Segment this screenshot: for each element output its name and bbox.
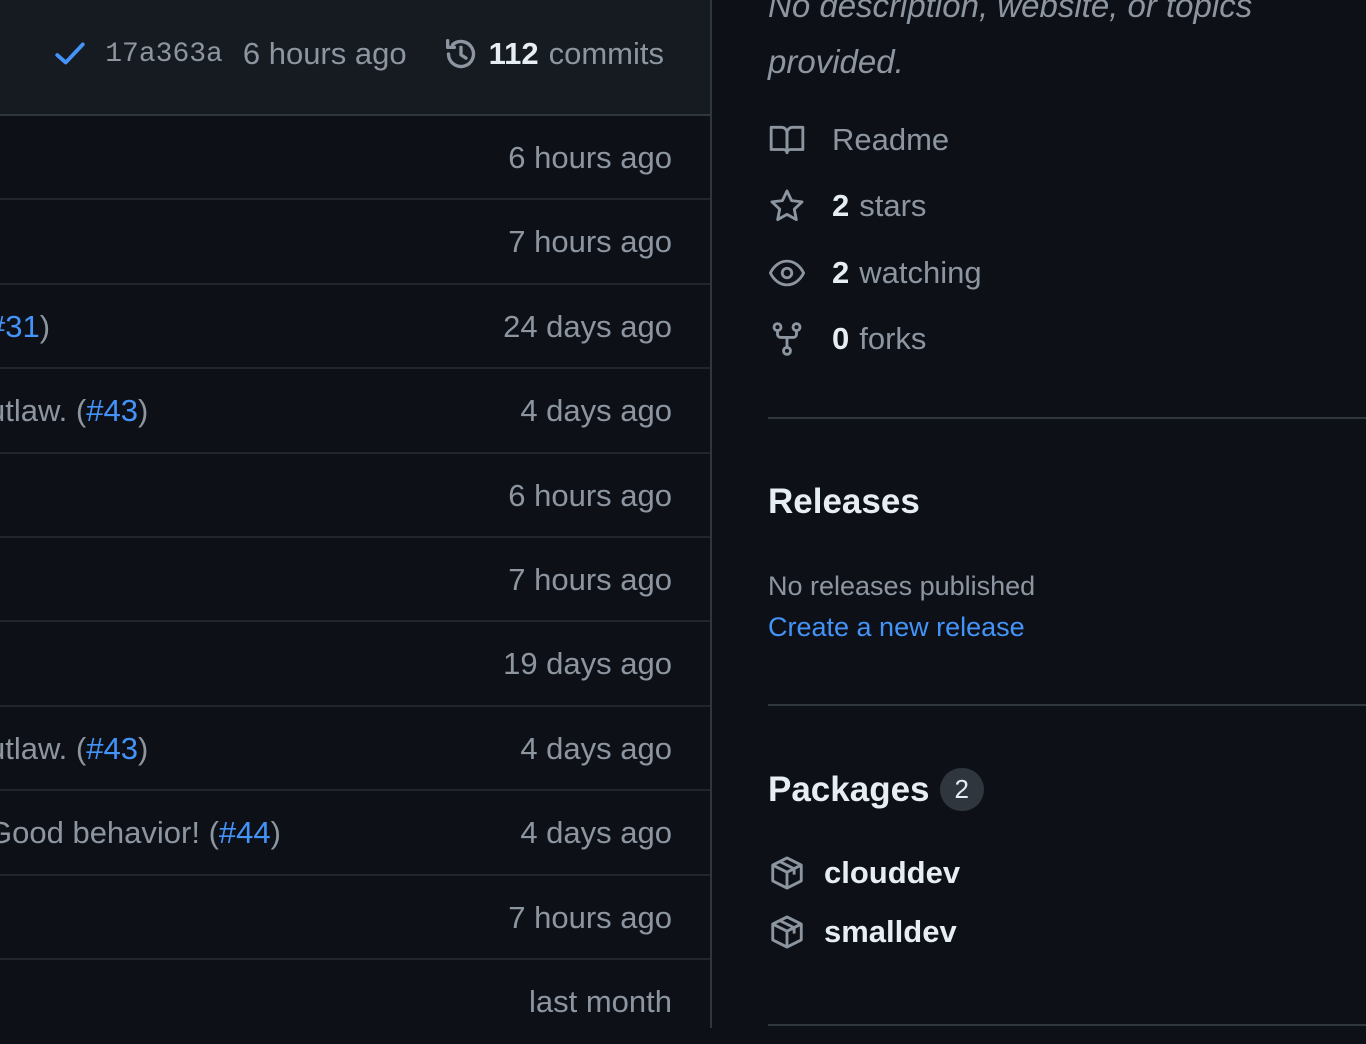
- latest-commit-bar: 17a363a 6 hours ago 112 commits: [0, 0, 710, 116]
- commit-message[interactable]: utlaw. (#43): [0, 731, 148, 767]
- commit-time: 24 days ago: [503, 308, 672, 344]
- packages-heading[interactable]: Packages 2: [768, 768, 984, 811]
- commit-message[interactable]: utlaw. (#43): [0, 393, 148, 429]
- divider: [768, 704, 1366, 706]
- packages-count-badge: 2: [939, 768, 984, 811]
- table-row[interactable]: utlaw. (#43) 4 days ago: [0, 369, 710, 454]
- repo-description: No description, website, or topics provi…: [768, 0, 1253, 80]
- book-icon: [769, 125, 805, 155]
- forks-link[interactable]: 0 forks: [768, 319, 926, 359]
- package-icon: [771, 915, 803, 949]
- table-row[interactable]: utlaw. (#43) 4 days ago: [0, 707, 710, 792]
- commit-time: 7 hours ago: [508, 899, 672, 935]
- commit-count-label[interactable]: commits: [549, 36, 664, 72]
- history-icon[interactable]: [441, 34, 481, 74]
- commit-count[interactable]: 112: [489, 36, 539, 72]
- package-icon: [771, 856, 803, 890]
- commit-message[interactable]: Good behavior! (#44): [0, 815, 281, 851]
- divider: [768, 1024, 1366, 1026]
- watching-link[interactable]: 2 watching: [768, 253, 982, 293]
- file-list: 6 hours ago 7 hours ago #31) 24 days ago utl…: [0, 116, 710, 1044]
- package-name[interactable]: clouddev: [824, 855, 960, 891]
- pull-request-link[interactable]: #43: [86, 731, 138, 766]
- package-name[interactable]: smalldev: [824, 914, 957, 950]
- readme-label: Readme: [832, 122, 950, 157]
- star-icon: [770, 189, 804, 222]
- divider: [768, 417, 1366, 419]
- check-icon: [55, 42, 85, 65]
- stars-count: 2: [832, 188, 850, 223]
- eye-icon: [768, 259, 806, 287]
- table-row[interactable]: 7 hours ago: [0, 876, 710, 960]
- package-item[interactable]: smalldev: [768, 913, 957, 951]
- no-releases-text: No releases published: [768, 571, 1036, 601]
- pull-request-link[interactable]: #43: [86, 393, 138, 428]
- stars-link[interactable]: 2 stars: [768, 186, 926, 226]
- commit-time: 7 hours ago: [508, 224, 672, 260]
- forks-count: 0: [832, 321, 850, 356]
- pull-request-link[interactable]: #31: [0, 309, 40, 344]
- table-row[interactable]: #31) 24 days ago: [0, 285, 710, 370]
- commit-time: 7 hours ago: [508, 561, 672, 597]
- table-row[interactable]: Good behavior! (#44) 4 days ago: [0, 791, 710, 876]
- create-release-link[interactable]: Create a new release: [768, 612, 1025, 643]
- table-row[interactable]: last month: [0, 960, 710, 1044]
- watching-count: 2: [832, 255, 850, 290]
- commit-message[interactable]: #31): [0, 309, 50, 345]
- commit-time: last month: [528, 983, 672, 1019]
- table-row[interactable]: 7 hours ago: [0, 200, 710, 285]
- commit-sha-link[interactable]: 17a363a: [105, 39, 223, 70]
- table-row[interactable]: 19 days ago: [0, 622, 710, 707]
- readme-link[interactable]: Readme: [768, 120, 949, 160]
- releases-heading[interactable]: Releases: [768, 482, 920, 522]
- package-item[interactable]: clouddev: [768, 854, 960, 892]
- about-sidebar: No description, website, or topics provi…: [768, 0, 1366, 1028]
- stars-label: stars: [859, 188, 927, 223]
- watching-label: watching: [859, 255, 982, 290]
- commit-time: 4 days ago: [520, 815, 672, 851]
- forks-label: forks: [859, 321, 927, 356]
- pull-request-link[interactable]: #44: [219, 815, 271, 850]
- commit-time: 4 days ago: [520, 393, 672, 429]
- commit-time: 19 days ago: [503, 646, 672, 682]
- commit-time: 6 hours ago: [242, 36, 407, 71]
- table-row[interactable]: 6 hours ago: [0, 454, 710, 538]
- table-row[interactable]: 6 hours ago: [0, 116, 710, 201]
- table-row[interactable]: 7 hours ago: [0, 538, 710, 623]
- commit-time: 6 hours ago: [508, 140, 672, 175]
- commit-time: 6 hours ago: [508, 477, 672, 513]
- file-browser: 17a363a 6 hours ago 112 commits 6 hours …: [0, 0, 712, 1028]
- fork-icon: [772, 322, 802, 356]
- commit-time: 4 days ago: [520, 730, 672, 766]
